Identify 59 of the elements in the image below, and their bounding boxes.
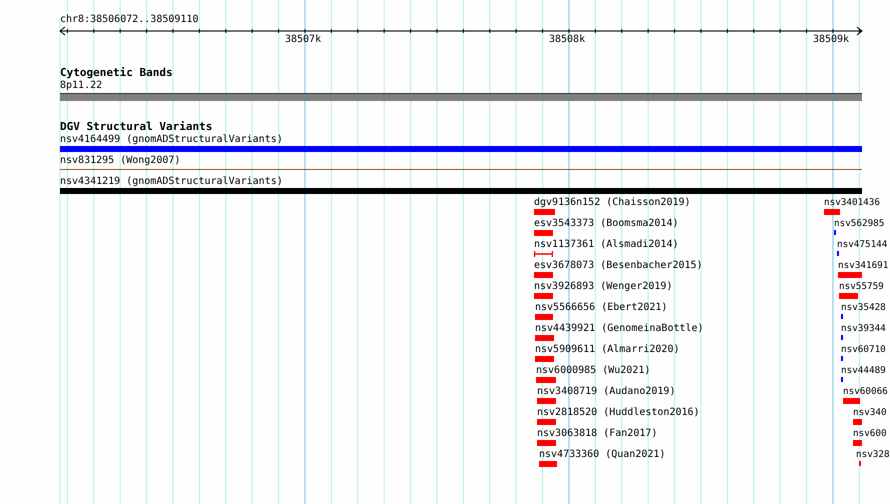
- variant-bar[interactable]: [853, 419, 862, 425]
- variant-label: nsv4164499 (gnomADStructuralVariants): [60, 134, 283, 146]
- variant-bar[interactable]: [537, 398, 556, 404]
- variant-span[interactable]: [534, 251, 553, 257]
- variant-bar[interactable]: [536, 377, 556, 383]
- variant-label: nsv3408719 (Audano2019): [537, 386, 676, 398]
- variant-bar[interactable]: [539, 461, 557, 467]
- ruler-tick-label: 38507k: [284, 34, 322, 46]
- variant-bar[interactable]: [838, 272, 862, 278]
- variant-label: nsv831295 (Wong2007): [60, 155, 180, 167]
- variant-label: nsv44489: [841, 365, 886, 377]
- variant-bar[interactable]: [537, 440, 556, 446]
- variant-label: nsv60710: [841, 344, 886, 356]
- variant-line[interactable]: [60, 169, 862, 170]
- variant-label: esv3543373 (Boomsma2014): [534, 218, 678, 230]
- variant-bar[interactable]: [824, 209, 840, 215]
- variant-label: nsv55759: [839, 281, 884, 293]
- variant-bar[interactable]: [534, 209, 555, 215]
- variant-label: nsv60066: [843, 386, 888, 398]
- variant-bar[interactable]: [535, 335, 554, 341]
- variant-label: nsv1137361 (Alsmadi2014): [534, 239, 678, 251]
- track-title: Cytogenetic Bands: [60, 67, 173, 79]
- variant-bar[interactable]: [853, 440, 862, 446]
- variant-bar[interactable]: [60, 146, 862, 152]
- variant-label: nsv4439921 (GenomeinaBottle): [535, 323, 704, 335]
- variant-label: nsv2818520 (Huddleston2016): [537, 407, 700, 419]
- variant-label: nsv6000985 (Wu2021): [536, 365, 650, 377]
- variant-label: nsv39344: [841, 323, 886, 335]
- band-label: 8p11.22: [60, 80, 102, 92]
- cytoband-bar[interactable]: [60, 93, 862, 101]
- variant-label: nsv4733360 (Quan2021): [539, 449, 666, 461]
- variant-bar[interactable]: [843, 398, 860, 404]
- variant-label: nsv3401436: [824, 197, 880, 209]
- variant-label: nsv5566656 (Ebert2021): [535, 302, 668, 314]
- variant-label: nsv600: [853, 428, 887, 440]
- variant-label: dgv9136n152 (Chaisson2019): [534, 197, 691, 209]
- variant-label: nsv5909611 (Almarri2020): [535, 344, 680, 356]
- variant-label: nsv3926893 (Wenger2019): [534, 281, 672, 293]
- location-label: chr8:38506072..38509110: [60, 14, 198, 26]
- variant-label: nsv341691: [838, 260, 888, 272]
- ruler-tick-label: 38509k: [812, 34, 850, 46]
- variant-label: nsv328: [856, 449, 890, 461]
- variant-label: nsv340: [853, 407, 887, 419]
- variant-bar[interactable]: [535, 356, 554, 362]
- variant-label: nsv35428: [841, 302, 886, 314]
- variant-bar[interactable]: [534, 272, 553, 278]
- variant-label: nsv4341219 (gnomADStructuralVariants): [60, 176, 283, 188]
- track-title: DGV Structural Variants: [60, 121, 212, 133]
- variant-bar[interactable]: [60, 188, 862, 194]
- ruler-tick-label: 38508k: [548, 34, 586, 46]
- variant-bar[interactable]: [537, 419, 556, 425]
- variant-bar[interactable]: [839, 293, 858, 299]
- variant-bar[interactable]: [534, 230, 553, 236]
- variant-label: nsv475144: [837, 239, 888, 251]
- variant-label: esv3678073 (Besenbacher2015): [534, 260, 703, 272]
- variant-label: nsv562985: [834, 218, 884, 230]
- variant-label: nsv3063818 (Fan2017): [537, 428, 658, 440]
- variant-bar[interactable]: [535, 314, 553, 320]
- variant-bar[interactable]: [534, 293, 553, 299]
